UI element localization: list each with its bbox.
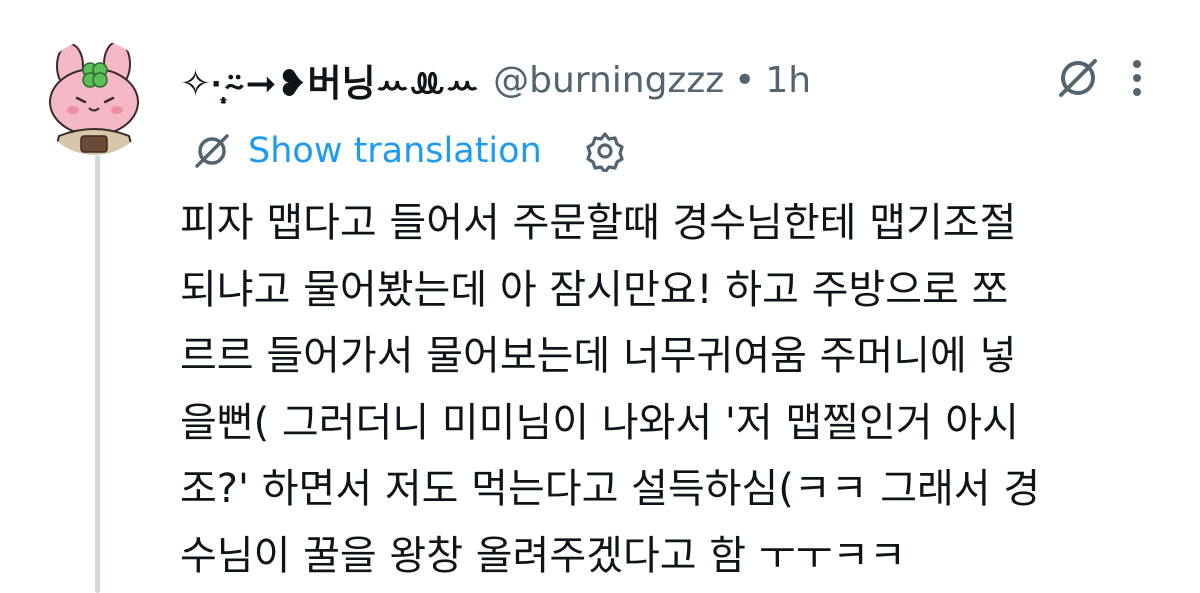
tweet-text-line: 을뻔( 그러더니 미미님이 나와서 '저 맵찔인거 아시 xyxy=(180,399,1019,446)
gear-icon[interactable] xyxy=(582,128,628,174)
tweet-text-line: 되냐고 물어봤는데 아 잠시만요! 하고 주방으로 쪼 xyxy=(180,266,1009,313)
avatar[interactable] xyxy=(37,40,152,155)
tweet-text: 피자 맵다고 들어서 주문할때 경수님한테 맵기조절 되냐고 물어봤는데 아 잠… xyxy=(180,190,1180,589)
tweet-text-line: 수님이 꿀을 왕창 올려주겠다고 함 ㅜㅜㅋㅋ xyxy=(180,532,906,579)
more-vertical-icon xyxy=(1133,60,1141,96)
tweet-header: ✧·̩͙⍨➞❥버닝ꕀꔛꕀ @burningzzz • 1h xyxy=(180,50,811,110)
translation-row: Show translation xyxy=(190,122,628,180)
grok-button[interactable] xyxy=(1050,50,1106,106)
thread-connector-line xyxy=(95,155,100,593)
translate-slash-icon xyxy=(190,129,234,173)
header-separator: • xyxy=(734,59,756,101)
tweet-text-line: 피자 맵다고 들어서 주문할때 경수님한테 맵기조절 xyxy=(180,200,1017,246)
grok-slash-circle-icon xyxy=(1059,59,1097,97)
user-handle[interactable]: @burningzzz xyxy=(493,60,724,101)
post-timestamp[interactable]: 1h xyxy=(765,60,811,101)
show-translation-link[interactable]: Show translation xyxy=(248,131,542,171)
more-options-button[interactable] xyxy=(1122,50,1152,106)
pink-bunny-clover-avatar-icon xyxy=(49,41,139,155)
tweet-text-line: 조?' 하면서 저도 먹는다고 설득하심(ㅋㅋ 그래서 경 xyxy=(180,466,1041,512)
tweet-text-line: 르르 들어가서 물어보는데 너무귀여움 주머니에 넣 xyxy=(180,333,1017,379)
display-name[interactable]: ✧·̩͙⍨➞❥버닝ꕀꔛꕀ xyxy=(180,53,479,107)
